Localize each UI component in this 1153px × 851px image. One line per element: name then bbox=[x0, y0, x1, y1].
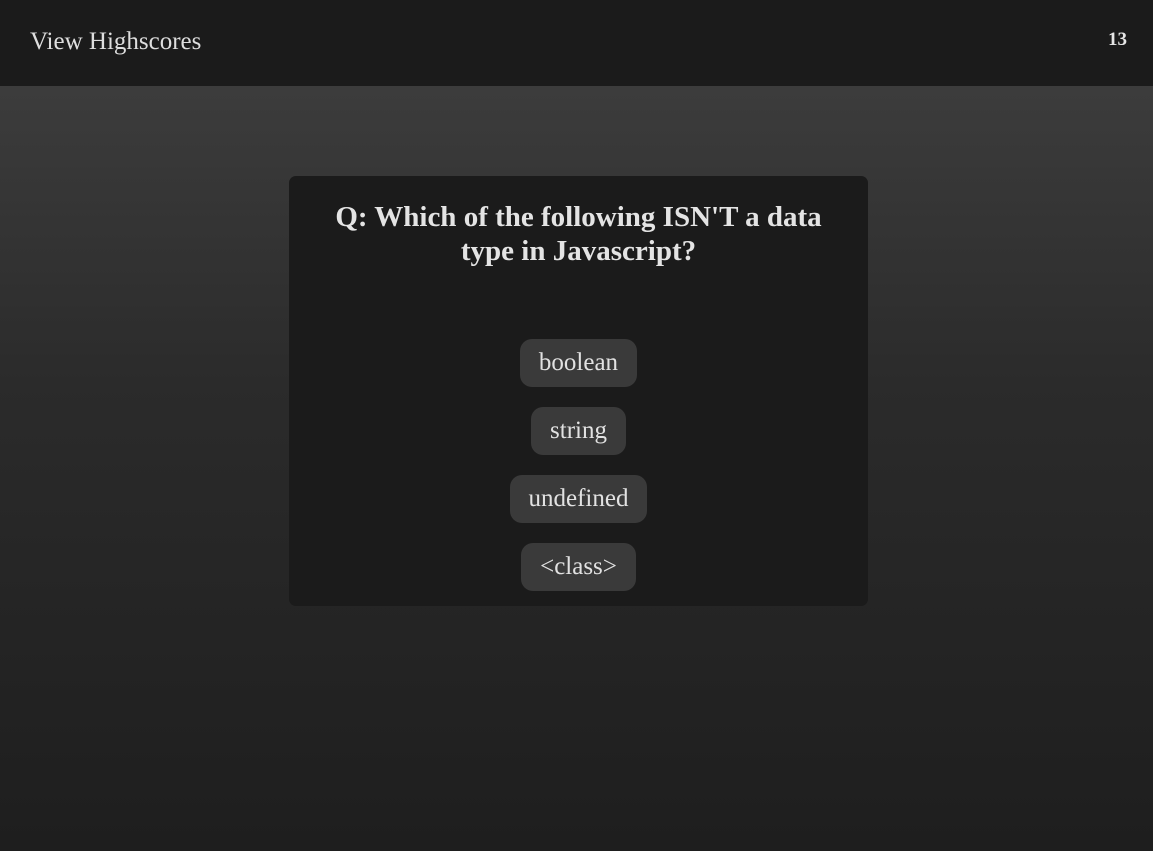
answer-button-string[interactable]: string bbox=[531, 407, 626, 455]
answer-list: boolean string undefined <class> bbox=[289, 339, 868, 591]
question-text: Q: Which of the following ISN'T a data t… bbox=[335, 201, 822, 267]
top-bar: View Highscores 13 bbox=[0, 0, 1153, 86]
answer-button-boolean[interactable]: boolean bbox=[519, 339, 638, 387]
answer-button-undefined[interactable]: undefined bbox=[509, 475, 648, 523]
view-highscores-link[interactable]: View Highscores bbox=[30, 27, 201, 57]
timer-display: 13 bbox=[1108, 29, 1127, 50]
answer-button-class[interactable]: <class> bbox=[521, 543, 636, 591]
quiz-card: Q: Which of the following ISN'T a data t… bbox=[289, 176, 868, 606]
